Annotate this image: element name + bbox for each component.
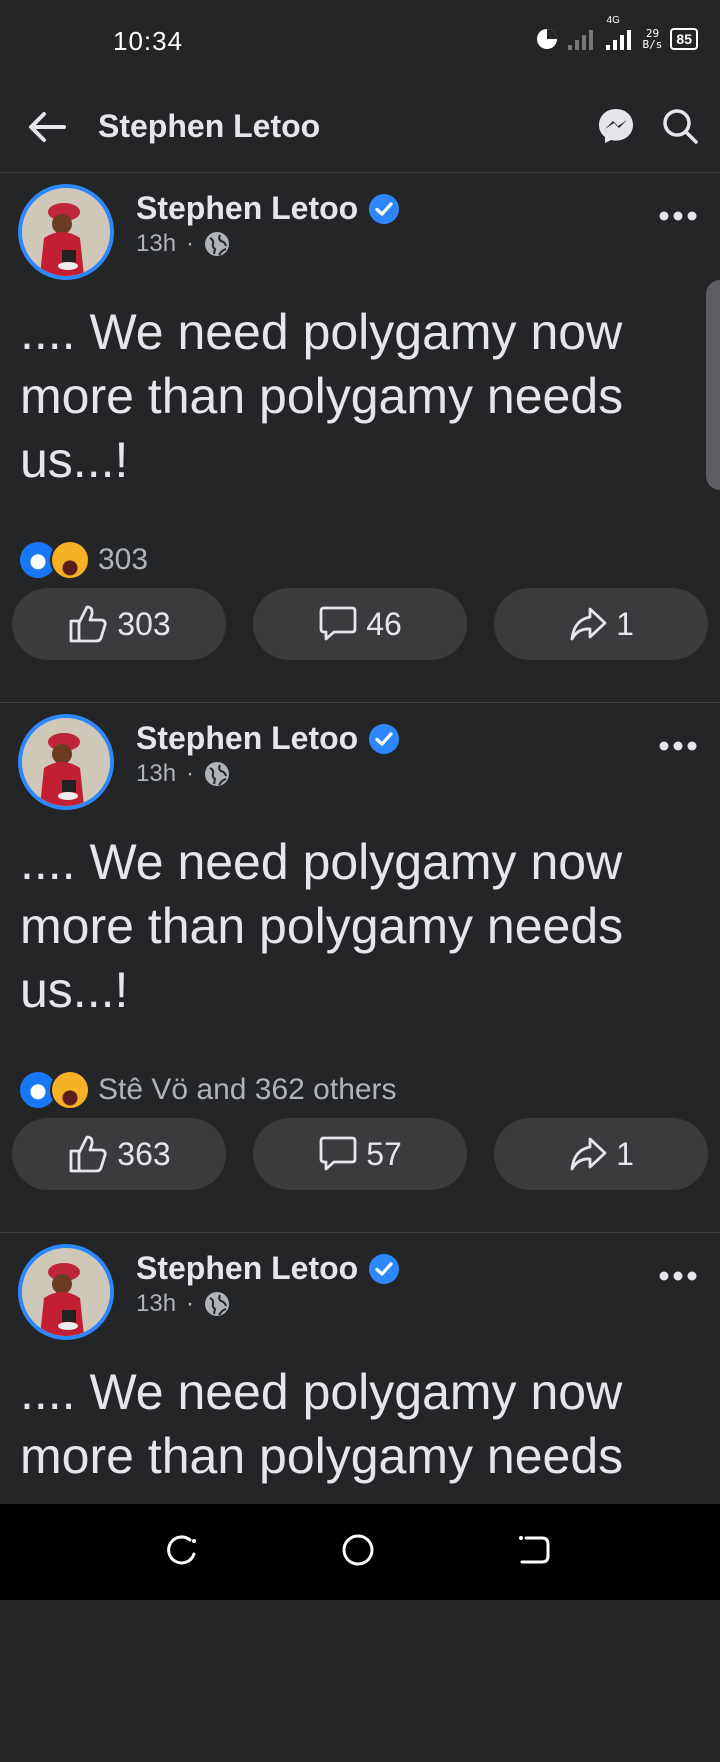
network-type: 4G [606,15,620,26]
post-time[interactable]: 13h [136,1290,176,1318]
post-actions: 363 57 1 [12,1118,708,1190]
post-author[interactable]: Stephen Letoo [136,190,400,227]
post-text: .... We need polygamy now more than poly… [20,304,624,488]
messenger-icon[interactable] [596,106,636,146]
post-time[interactable]: 13h [136,760,176,788]
back-nav-icon[interactable] [516,1532,552,1568]
app-bar: Stephen Letoo [0,82,720,173]
share-icon [570,607,607,641]
share-count: 1 [616,605,634,642]
profile-photo [22,718,110,806]
more-icon[interactable] [658,740,698,752]
data-saver-icon [536,29,557,49]
reactions-summary[interactable]: 303 [18,540,148,580]
arrow-left-icon[interactable] [26,106,68,148]
status-icons: 4G 29 B/s 85 [535,15,698,56]
globe-icon [205,1292,230,1316]
share-icon [570,1137,607,1171]
avatar[interactable] [18,184,114,280]
battery-indicator: 85 [670,28,698,50]
home-icon[interactable] [340,1532,376,1568]
meta-separator: · [186,230,195,257]
share-button[interactable]: 1 [494,1118,708,1190]
network-speed-unit: B/s [642,38,663,51]
status-bar: 10:34 4G 29 B/s 85 [0,0,720,82]
author-name[interactable]: Stephen Letoo [136,1250,358,1287]
comment-count: 57 [366,1135,402,1172]
like-button[interactable]: 303 [12,588,226,660]
like-count: 303 [117,605,171,642]
search-icon[interactable] [660,106,700,146]
haha-reaction-icon [50,1070,90,1110]
post-meta: 13h · [136,1290,230,1318]
reactions-summary[interactable]: Stê Vö and 362 others [18,1070,397,1110]
more-icon[interactable] [658,1270,698,1282]
globe-icon [205,232,230,256]
like-icon [69,1135,107,1173]
recent-apps-icon[interactable] [164,1532,200,1568]
share-button[interactable]: 1 [494,588,708,660]
signal-bars-icon [567,30,593,50]
like-count: 363 [117,1135,171,1172]
profile-photo [22,1248,110,1336]
haha-reaction-icon [50,540,90,580]
author-name[interactable]: Stephen Letoo [136,190,358,227]
share-count: 1 [616,1135,634,1172]
signal-bars-icon [605,30,631,50]
comment-button[interactable]: 57 [253,1118,467,1190]
network-speed: 29 B/s [643,28,663,50]
comment-icon [319,606,357,641]
status-time: 10:34 [113,26,184,56]
post-time[interactable]: 13h [136,230,176,258]
meta-separator: · [186,1290,195,1317]
comment-button[interactable]: 46 [253,588,467,660]
profile-photo [22,188,110,276]
page-title: Stephen Letoo [98,108,321,144]
comment-icon [319,1136,357,1171]
reaction-icons [18,540,90,580]
like-icon [69,605,107,643]
post-author[interactable]: Stephen Letoo [136,720,400,757]
reaction-icons [18,1070,90,1110]
meta-separator: · [186,760,195,787]
post-meta: 13h · [136,760,230,788]
avatar[interactable] [18,714,114,810]
like-button[interactable]: 363 [12,1118,226,1190]
post-actions: 303 46 1 [12,588,708,660]
post-text: .... We need polygamy now more than poly… [20,834,624,1018]
globe-icon [205,762,230,786]
verified-badge-icon [369,193,400,224]
post-card: Stephen Letoo 13h · .... We need polygam… [0,172,720,703]
avatar[interactable] [18,1244,114,1340]
reactions-count[interactable]: Stê Vö and 362 others [98,1073,397,1107]
post-card: Stephen Letoo 13h · .... We need polygam… [0,702,720,1233]
more-icon[interactable] [658,210,698,222]
verified-badge-icon [369,1253,400,1284]
verified-badge-icon [369,723,400,754]
comment-count: 46 [366,605,402,642]
reactions-count[interactable]: 303 [98,543,148,577]
author-name[interactable]: Stephen Letoo [136,720,358,757]
post-text: .... We need polygamy now more than poly… [20,1364,624,1484]
post-card: Stephen Letoo 13h · .... We need polygam… [0,1232,720,1762]
post-meta: 13h · [136,230,230,258]
post-author[interactable]: Stephen Letoo [136,1250,400,1287]
system-nav-bar [0,1504,720,1600]
scrollbar-handle[interactable] [706,280,720,490]
